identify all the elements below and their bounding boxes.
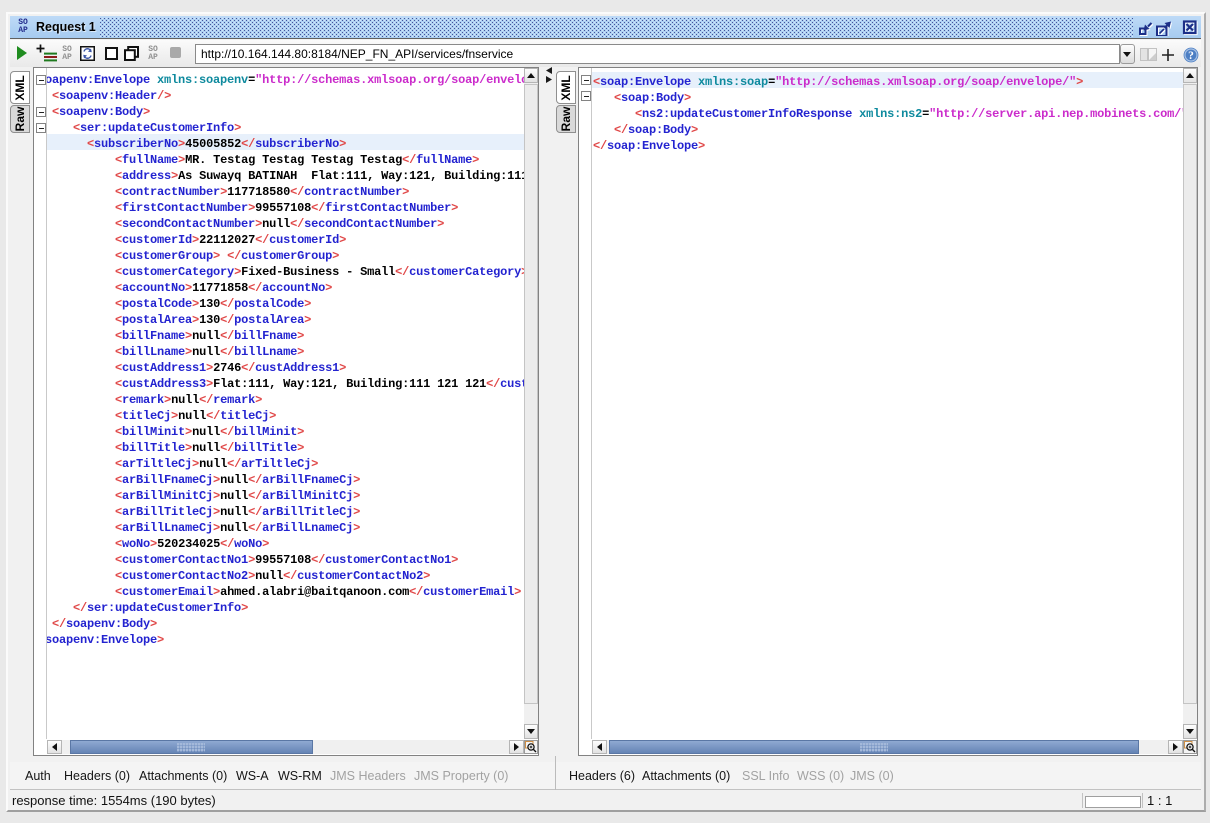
svg-text:?: ? (1188, 50, 1194, 62)
